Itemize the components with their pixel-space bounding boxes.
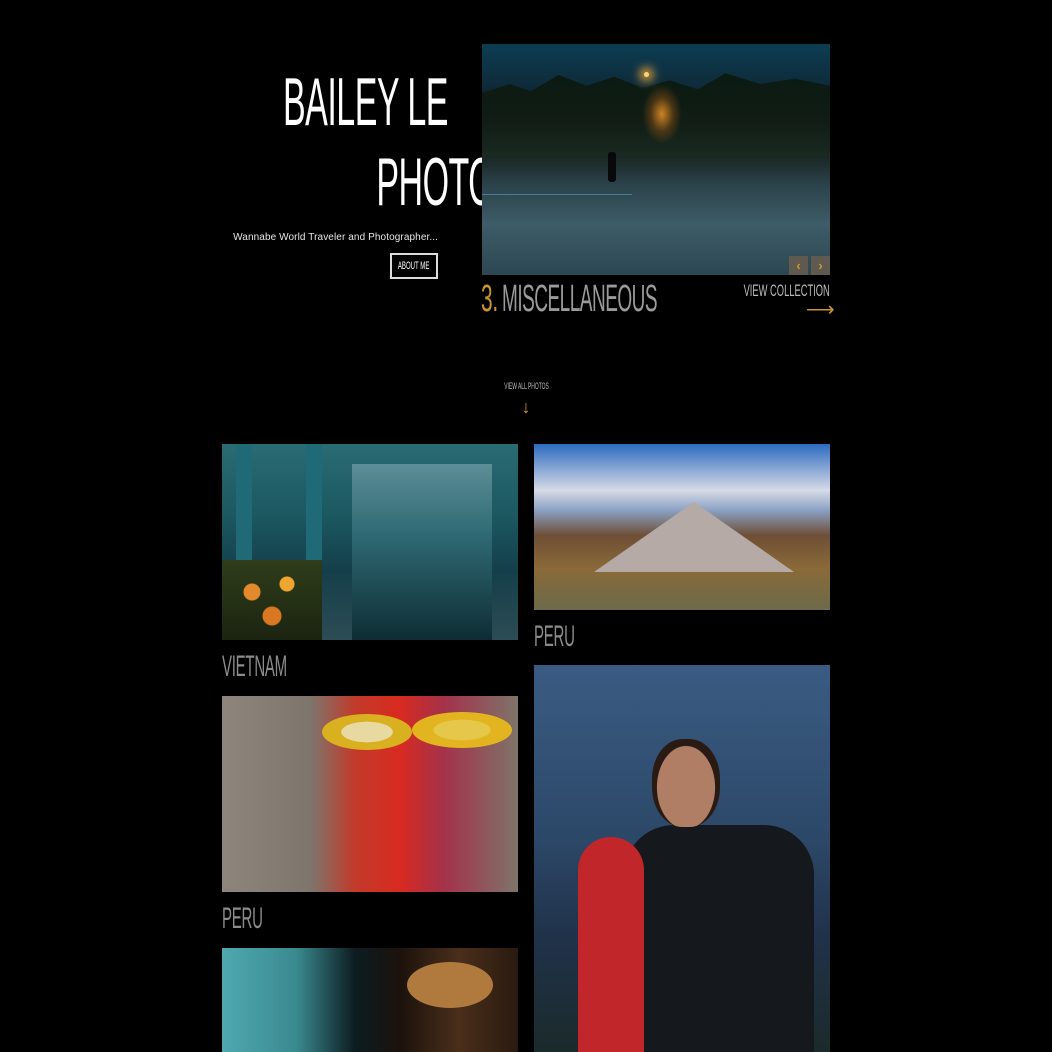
photo-skateboard [578, 837, 644, 1052]
gallery-photo-skateboarder[interactable] [534, 665, 830, 1052]
photo-head [652, 739, 720, 827]
photo-glow [642, 84, 682, 144]
photo-lot-lines [482, 194, 632, 275]
about-me-button[interactable]: ABOUT ME [390, 253, 438, 279]
collection-number: 3. [481, 278, 498, 320]
collection-name[interactable]: MISCELLANEOUS [502, 278, 658, 321]
photo-hat [412, 712, 512, 748]
gallery-photo-peru-mountains[interactable] [534, 444, 830, 610]
gallery-photo-peru-women[interactable] [222, 696, 518, 892]
view-all-photos[interactable]: VIEW ALL PHOTOS ↓ [486, 376, 566, 416]
photo-hat [407, 962, 493, 1008]
chevron-left-icon: ‹ [796, 258, 801, 273]
caption-vietnam[interactable]: VIETNAM [222, 650, 287, 684]
site-title: BAILEY LE PHOTOGRAPHY [118, 62, 635, 222]
site-title-line1: BAILEY LE [282, 64, 448, 140]
caption-peru-1[interactable]: PERU [534, 620, 575, 654]
photo-corridor [352, 464, 492, 640]
caption-peru-2[interactable]: PERU [222, 902, 263, 936]
chevron-right-icon: › [818, 258, 823, 273]
arrow-down-icon: ↓ [521, 397, 531, 417]
tagline: Wannabe World Traveler and Photographer.… [233, 232, 438, 243]
next-button[interactable]: › [811, 256, 830, 275]
about-me-label: ABOUT ME [398, 260, 430, 272]
photo-figure [608, 152, 616, 182]
view-all-photos-label: VIEW ALL PHOTOS [504, 381, 549, 391]
photo-flowers [222, 560, 322, 640]
photo-lamp [644, 72, 649, 77]
view-collection-link[interactable]: VIEW COLLECTION [744, 281, 830, 301]
photo-mountain [594, 502, 794, 572]
prev-button[interactable]: ‹ [789, 256, 808, 275]
gallery-photo-street-vendor[interactable] [222, 948, 518, 1052]
gallery-photo-vietnam[interactable] [222, 444, 518, 640]
photo-hat [322, 714, 412, 750]
photo-hoodie [624, 825, 814, 1052]
arrow-right-icon[interactable]: ⟶ [806, 300, 835, 320]
featured-photo[interactable] [482, 44, 830, 275]
